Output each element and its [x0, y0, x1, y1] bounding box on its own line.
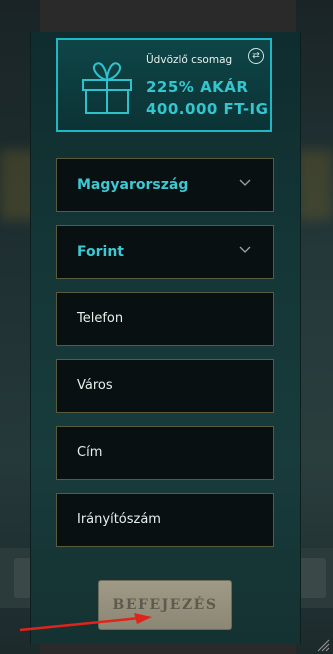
phone-placeholder: Telefon [77, 311, 124, 326]
country-value: Magyarország [77, 177, 189, 193]
address-input[interactable]: Cím [56, 426, 274, 480]
resize-handle-icon[interactable] [316, 639, 330, 652]
chevron-down-icon [239, 246, 251, 253]
currency-value: Forint [77, 244, 124, 260]
refresh-icon[interactable]: ⇄ [248, 48, 264, 64]
annotation-arrow [19, 613, 152, 632]
welcome-bonus-card[interactable]: Üdvözlő csomag 225% AKÁR 400.000 FT-IG ⇄ [56, 38, 272, 132]
city-input[interactable]: Város [56, 359, 274, 413]
bonus-percentage: 225% AKÁR [146, 78, 249, 96]
zip-placeholder: Irányítószám [77, 512, 161, 527]
country-select[interactable]: Magyarország [56, 158, 274, 212]
phone-input[interactable]: Telefon [56, 292, 274, 346]
address-placeholder: Cím [77, 445, 103, 460]
zip-input[interactable]: Irányítószám [56, 493, 274, 547]
city-placeholder: Város [77, 378, 113, 393]
bonus-amount: 400.000 FT-IG [146, 100, 269, 118]
bonus-title: Üdvözlő csomag [146, 54, 233, 66]
chevron-down-icon [239, 179, 251, 186]
currency-select[interactable]: Forint [56, 225, 274, 279]
gift-icon [82, 62, 132, 114]
